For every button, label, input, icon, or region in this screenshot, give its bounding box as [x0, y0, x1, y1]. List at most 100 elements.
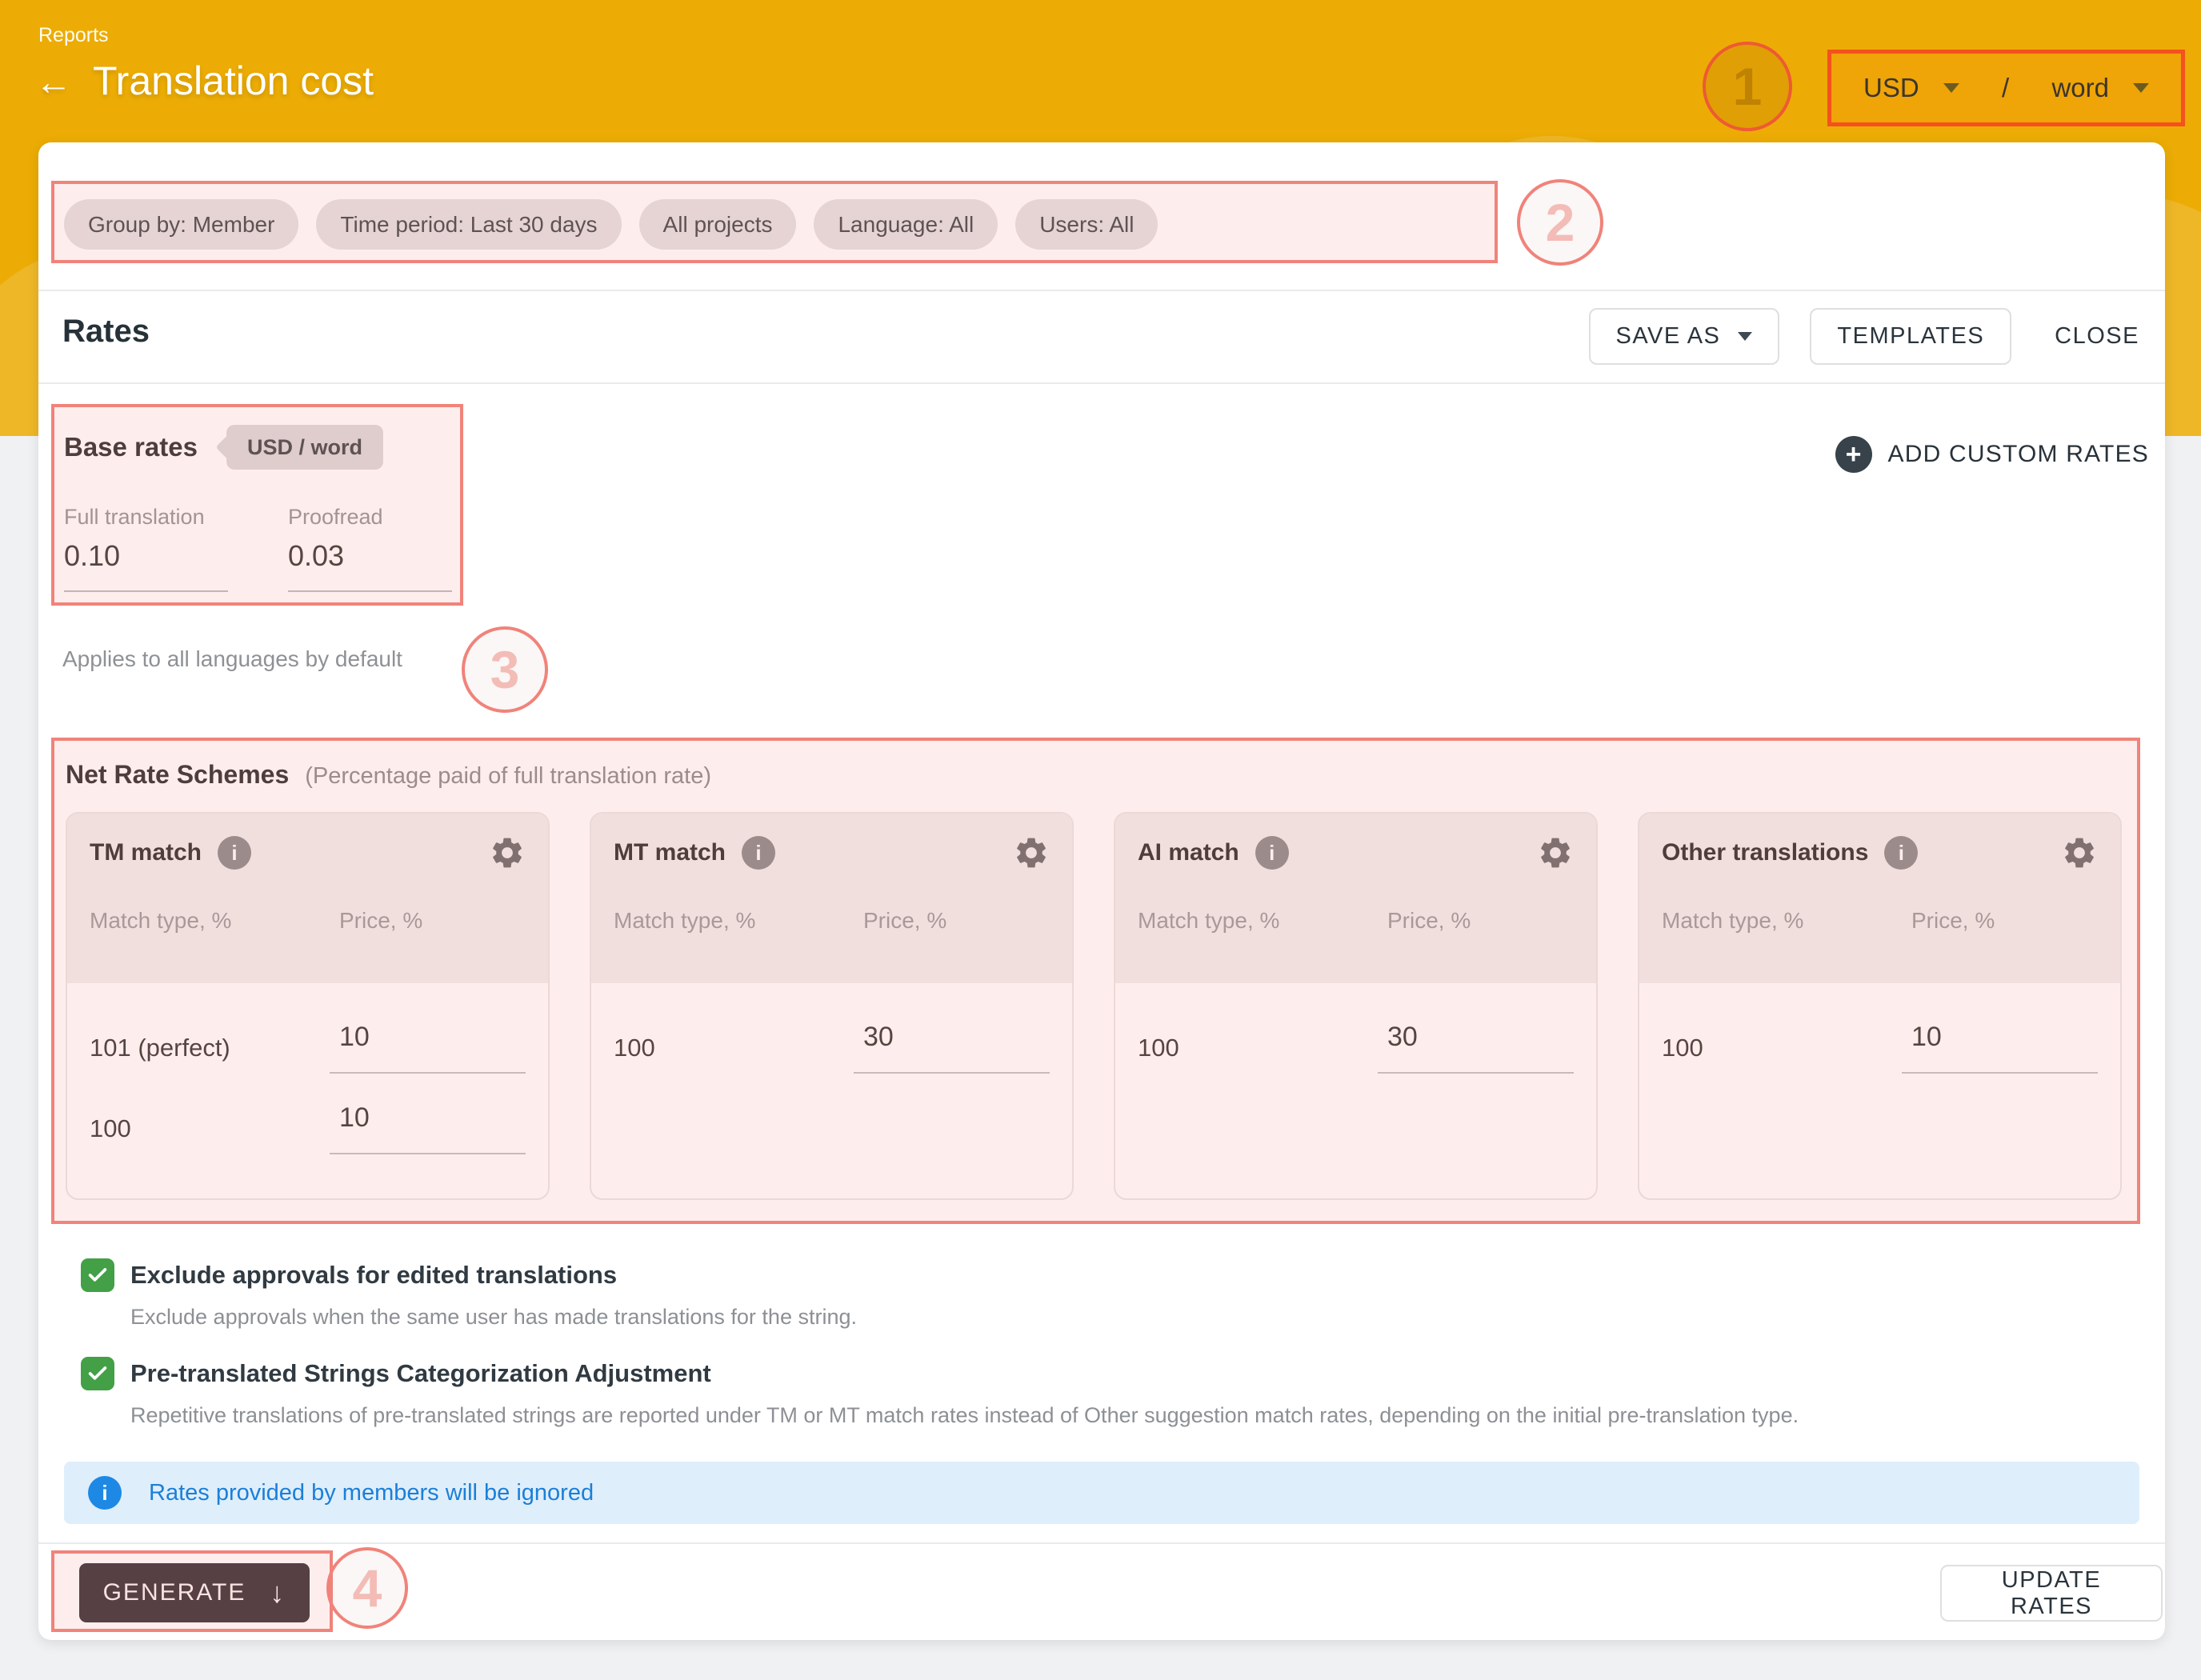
- net-rate-cards: TM matchiMatch type, %Price, %101 (perfe…: [66, 812, 2139, 1200]
- plus-icon: +: [1835, 436, 1872, 473]
- divider: [38, 382, 2165, 384]
- filter-chip[interactable]: Time period: Last 30 days: [316, 199, 621, 250]
- templates-button[interactable]: TEMPLATES: [1810, 308, 2011, 365]
- price-field: 10: [330, 1102, 526, 1154]
- input-underline: [330, 1072, 526, 1074]
- card-header: TM match i Match type, %Price, %: [67, 814, 548, 983]
- price-field: 30: [854, 1022, 1050, 1074]
- info-banner: i Rates provided by members will be igno…: [64, 1462, 2139, 1524]
- gear-icon[interactable]: [1013, 834, 1050, 871]
- close-button[interactable]: CLOSE: [2042, 323, 2152, 350]
- add-custom-rates-button[interactable]: + ADD CUSTOM RATES: [1831, 435, 2154, 474]
- price-input[interactable]: 30: [1378, 1022, 1574, 1053]
- gear-icon[interactable]: [489, 834, 526, 871]
- currency-separator: /: [2002, 73, 2009, 103]
- save-as-button[interactable]: SAVE AS: [1589, 308, 1780, 365]
- match-type-value: 100: [614, 1034, 854, 1074]
- card-header: Other translations i Match type, %Price, %: [1639, 814, 2120, 983]
- rate-field-label: Full translation: [64, 505, 228, 530]
- column-match-type: Match type, %: [1662, 908, 1911, 934]
- card-body: 10010: [1639, 1022, 2120, 1074]
- info-icon[interactable]: i: [1255, 836, 1289, 870]
- card-header: MT matchiMatch type, %Price, %: [591, 814, 1072, 983]
- match-type-value: 100: [1662, 1034, 1902, 1074]
- back-arrow-icon[interactable]: ←: [35, 63, 72, 100]
- input-underline: [1902, 1072, 2098, 1074]
- card-header: AI matchiMatch type, %Price, %: [1115, 814, 1596, 983]
- net-rate-schemes-section: Net Rate Schemes (Percentage paid of ful…: [53, 739, 2139, 1222]
- breadcrumb[interactable]: Reports: [38, 24, 109, 47]
- card-body: 10030: [591, 1022, 1072, 1074]
- price-field: 10: [330, 1022, 526, 1074]
- checkbox-checked[interactable]: [81, 1258, 114, 1292]
- price-input[interactable]: 10: [330, 1022, 526, 1053]
- info-icon[interactable]: i: [218, 836, 251, 870]
- currency-dropdown[interactable]: USD: [1863, 73, 1959, 103]
- card-title: Other translations: [1662, 839, 1868, 866]
- generate-button[interactable]: GENERATE ↓: [79, 1563, 310, 1622]
- page-title: Translation cost: [93, 59, 374, 103]
- info-icon: i: [88, 1476, 122, 1510]
- info-banner-text: Rates provided by members will be ignore…: [149, 1480, 594, 1506]
- card-title: TM match: [90, 839, 202, 866]
- rates-section-title: Rates: [62, 314, 150, 350]
- input-underline: [330, 1153, 526, 1154]
- rate-row: 10030: [591, 1022, 1072, 1074]
- filter-chip[interactable]: Group by: Member: [64, 199, 298, 250]
- base-rate-fields: Full translation 0.10 Proofread 0.03: [64, 505, 462, 592]
- option-row: Pre-translated Strings Categorization Ad…: [81, 1357, 1799, 1428]
- update-rates-button[interactable]: UPDATE RATES: [1940, 1565, 2163, 1622]
- match-type-value: 100: [1138, 1034, 1378, 1074]
- filters-row: Group by: Member Time period: Last 30 day…: [64, 199, 1158, 250]
- card-body: 101 (perfect)1010010: [67, 1022, 548, 1154]
- gear-icon[interactable]: [2061, 834, 2098, 871]
- option-row: Exclude approvals for edited translation…: [81, 1258, 1799, 1330]
- price-field: 30: [1378, 1022, 1574, 1074]
- option-description: Exclude approvals when the same user has…: [130, 1305, 1799, 1330]
- rate-row: 10010: [1639, 1022, 2120, 1074]
- column-price: Price, %: [1387, 908, 1471, 934]
- price-input[interactable]: 10: [1902, 1022, 2098, 1053]
- download-arrow-icon: ↓: [270, 1576, 286, 1610]
- chevron-down-icon: [1943, 83, 1959, 93]
- chevron-down-icon: [1738, 332, 1752, 341]
- input-underline: [64, 590, 228, 592]
- rate-input[interactable]: 0.10: [64, 539, 228, 573]
- filter-chip[interactable]: Language: All: [814, 199, 998, 250]
- column-match-type: Match type, %: [90, 908, 339, 934]
- currency-badge: USD / word: [226, 425, 383, 470]
- column-price: Price, %: [339, 908, 422, 934]
- rate-field-label: Proofread: [288, 505, 452, 530]
- currency-value: USD: [1863, 73, 1919, 103]
- option-label: Pre-translated Strings Categorization Ad…: [130, 1359, 711, 1388]
- net-rate-card: Other translations i Match type, %Price, %…: [1638, 812, 2122, 1200]
- card-title: MT match: [614, 839, 726, 866]
- rate-row: 101 (perfect)10: [67, 1022, 548, 1074]
- rates-header-actions: SAVE AS TEMPLATES CLOSE: [1589, 308, 2152, 365]
- unit-value: word: [2051, 73, 2109, 103]
- checkbox-checked[interactable]: [81, 1357, 114, 1390]
- price-input[interactable]: 30: [854, 1022, 1050, 1053]
- input-underline: [854, 1072, 1050, 1074]
- input-underline: [288, 590, 452, 592]
- info-icon[interactable]: i: [1884, 836, 1918, 870]
- input-underline: [1378, 1072, 1574, 1074]
- gear-icon[interactable]: [1537, 834, 1574, 871]
- price-input[interactable]: 10: [330, 1102, 526, 1134]
- info-icon[interactable]: i: [742, 836, 775, 870]
- rate-input[interactable]: 0.03: [288, 539, 452, 573]
- net-rate-schemes-title: Net Rate Schemes: [66, 760, 289, 790]
- filter-chip[interactable]: All projects: [639, 199, 797, 250]
- rate-row: 10010: [67, 1102, 548, 1154]
- match-type-value: 100: [90, 1114, 330, 1154]
- base-rates-section: Base rates USD / word Full translation0.…: [53, 406, 462, 604]
- base-rate-field: Full translation 0.10: [64, 505, 228, 592]
- filter-chip[interactable]: Users: All: [1015, 199, 1158, 250]
- rate-row: 10030: [1115, 1022, 1596, 1074]
- column-price: Price, %: [1911, 908, 1995, 934]
- divider: [38, 290, 2165, 291]
- column-price: Price, %: [863, 908, 946, 934]
- net-rate-card: AI matchiMatch type, %Price, % 10030: [1114, 812, 1598, 1200]
- unit-dropdown[interactable]: word: [2051, 73, 2149, 103]
- base-rate-field: Proofread 0.03: [288, 505, 452, 592]
